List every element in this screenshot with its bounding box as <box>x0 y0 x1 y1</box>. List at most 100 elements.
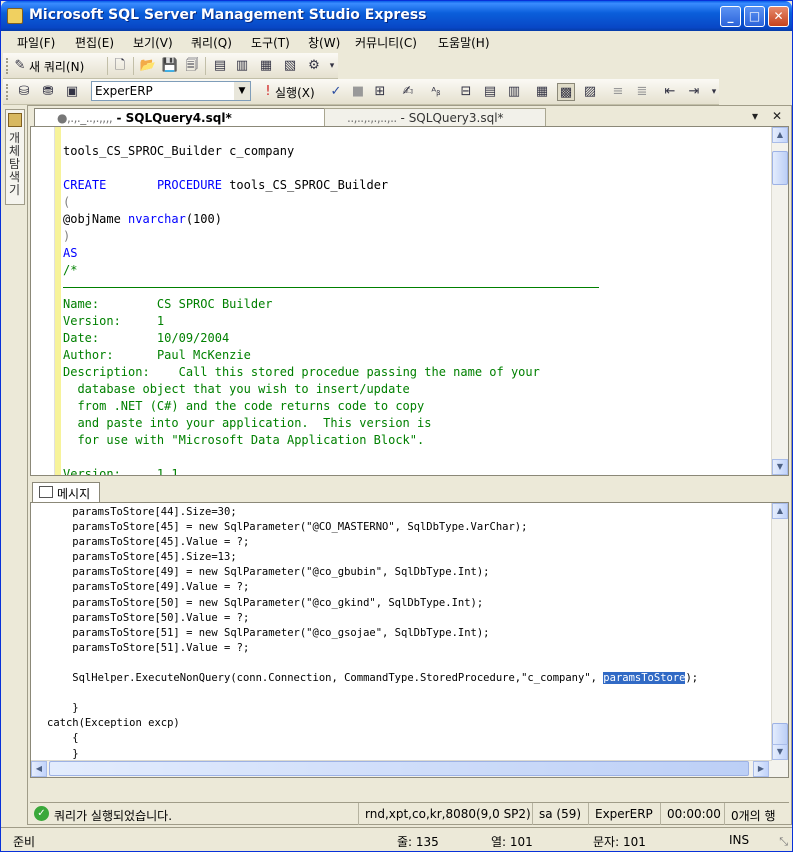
new-file-icon[interactable]: 🗋 <box>111 57 129 75</box>
toolbar-grip[interactable] <box>6 84 9 100</box>
scroll-right-icon[interactable]: ▶ <box>753 761 769 777</box>
comment-line: and paste into your application. This ve… <box>77 416 432 430</box>
display-plan-icon[interactable]: ⊞ <box>371 83 389 101</box>
save-all-icon[interactable]: 🗐 <box>183 57 201 75</box>
code-token: (100) <box>185 212 222 226</box>
menu-file[interactable]: 파일(F) <box>17 34 55 51</box>
editor-vertical-scrollbar[interactable]: ▲ ▼ <box>771 127 788 475</box>
tab-messages[interactable]: 메시지 <box>32 482 100 502</box>
cancel-query-icon[interactable]: ■ <box>349 83 367 101</box>
toolbar-separator <box>133 57 134 75</box>
message-line: paramsToStore[49] = new SqlParameter("@c… <box>47 566 490 579</box>
message-line-tail: ); <box>685 672 699 685</box>
toolbar-overflow-icon[interactable]: ▾ <box>323 57 341 75</box>
object-explorer-icon[interactable]: ▥ <box>233 57 251 75</box>
chevron-down-icon[interactable]: ▼ <box>234 82 250 100</box>
comment-icon[interactable]: ≡ <box>609 83 627 101</box>
message-line: paramsToStore[50].Value = ?; <box>47 611 250 624</box>
messages-pane[interactable]: paramsToStore[44].Size=30; paramsToStore… <box>30 502 789 778</box>
menu-tools[interactable]: 도구(T) <box>251 34 290 51</box>
show-results-icon[interactable]: ▨ <box>581 83 599 101</box>
object-explorer-icon <box>8 113 22 127</box>
keyword: AS <box>63 246 78 260</box>
query-status-message: 쿼리가 실행되었습니다. <box>54 809 173 823</box>
menu-window[interactable]: 창(W) <box>308 34 340 51</box>
toolbar-grip[interactable] <box>6 58 9 74</box>
window-title: Microsoft SQL Server Management Studio E… <box>29 7 427 23</box>
scroll-down-icon[interactable]: ▼ <box>772 459 788 475</box>
status-character: 문자: 101 <box>593 835 646 849</box>
uncomment-icon[interactable]: ≣ <box>633 83 651 101</box>
menu-edit[interactable]: 편집(E) <box>75 34 114 51</box>
registered-servers-icon[interactable]: ▤ <box>211 57 229 75</box>
database-select[interactable]: ExperERP ▼ <box>91 81 251 101</box>
tab-sqlquery4[interactable]: ●,.,._..,.,,,, - SQLQuery4.sql* <box>34 108 326 126</box>
comment-value: 1 <box>156 314 165 328</box>
scroll-down-icon[interactable]: ▼ <box>772 744 788 760</box>
left-dock: 개체 탐색기 <box>3 105 25 825</box>
close-tab-icon[interactable]: ✕ <box>772 109 782 123</box>
tab-list-dropdown-icon[interactable]: ▾ <box>752 109 758 123</box>
results-to-file-icon[interactable]: ▩ <box>557 83 575 101</box>
status-bar: 준비 줄: 135 열: 101 문자: 101 INS ⤡ <box>1 827 792 851</box>
app-icon <box>7 8 23 24</box>
parse-icon[interactable]: ✓ <box>327 83 345 101</box>
comment-label: Author: <box>63 348 114 362</box>
query-designer-icon[interactable]: ✍ <box>399 83 417 101</box>
comment-line: for use with "Microsoft Data Application… <box>77 433 425 447</box>
comment-line: /* <box>63 263 78 277</box>
toolbar-separator <box>107 57 108 75</box>
template-explorer-icon[interactable]: ▦ <box>257 57 275 75</box>
comment-label: Name: <box>63 297 100 311</box>
connect-icon[interactable]: ⛁ <box>15 83 33 101</box>
menu-view[interactable]: 보기(V) <box>133 34 173 51</box>
identifier: tools_CS_SPROC_Builder <box>229 178 389 192</box>
document-area: ●,.,._..,.,,,, - SQLQuery4.sql* ..,..,.,… <box>27 105 792 825</box>
messages-horizontal-scrollbar[interactable]: ◀ ▶ <box>31 760 772 777</box>
change-connection-icon[interactable]: ⛃ <box>39 83 57 101</box>
menu-help[interactable]: 도움말(H) <box>438 34 490 51</box>
title-bar[interactable]: Microsoft SQL Server Management Studio E… <box>1 1 792 31</box>
messages-vertical-scrollbar[interactable]: ▲ ▼ <box>771 503 788 777</box>
new-query-icon[interactable]: ✎ <box>11 57 29 75</box>
properties-icon[interactable]: ▧ <box>281 57 299 75</box>
sql-code: tools_CS_SPROC_Builder c_company ​ CREAT… <box>63 143 599 475</box>
object-explorer-tab[interactable]: 개체 탐색기 <box>5 109 25 205</box>
results-to-text-icon[interactable]: ▥ <box>505 83 523 101</box>
comment-value: 10/09/2004 <box>156 331 230 345</box>
sql-editor[interactable]: tools_CS_SPROC_Builder c_company ​ CREAT… <box>30 126 789 476</box>
menu-community[interactable]: 커뮤니티(C) <box>355 34 417 51</box>
intellisense-icon[interactable]: ᴬᵦ <box>427 83 445 101</box>
maximize-button[interactable]: □ <box>744 6 765 27</box>
minimize-button[interactable]: _ <box>720 6 741 27</box>
available-databases-icon[interactable]: ▣ <box>63 83 81 101</box>
toolbar-overflow-icon[interactable]: ▾ <box>705 83 723 101</box>
code-line: ) <box>63 229 71 243</box>
scroll-thumb[interactable] <box>772 151 788 185</box>
close-button[interactable]: ✕ <box>768 6 789 27</box>
decrease-indent-icon[interactable]: ⇤ <box>661 83 679 101</box>
message-line: paramsToStore[49].Value = ?; <box>47 581 250 594</box>
scroll-left-icon[interactable]: ◀ <box>31 761 47 777</box>
open-folder-icon[interactable]: 📂 <box>139 57 157 75</box>
save-icon[interactable]: 💾 <box>161 57 179 75</box>
message-line: paramsToStore[44].Size=30; <box>47 506 237 518</box>
login-name: sa (59) <box>532 803 581 825</box>
scroll-up-icon[interactable]: ▲ <box>772 127 788 143</box>
toolbox-icon[interactable]: ⚙ <box>305 57 323 75</box>
comment-value: Call this stored procedue passing the na… <box>178 365 540 379</box>
message-line: } <box>47 747 79 760</box>
code-line: ( <box>63 195 71 209</box>
client-statistics-icon[interactable]: ▤ <box>481 83 499 101</box>
execute-button[interactable]: 실행(X) <box>275 84 315 101</box>
scroll-thumb[interactable] <box>49 761 749 776</box>
increase-indent-icon[interactable]: ⇥ <box>685 83 703 101</box>
resize-grip-icon[interactable]: ⤡ <box>779 835 788 849</box>
new-query-button[interactable]: 새 쿼리(N) <box>29 58 84 75</box>
menu-query[interactable]: 쿼리(Q) <box>191 34 232 51</box>
results-to-grid-icon[interactable]: ▦ <box>533 83 551 101</box>
tab-sqlquery3[interactable]: ..,..,.,.,..,.. - SQLQuery3.sql* <box>324 108 546 126</box>
scroll-up-icon[interactable]: ▲ <box>772 503 788 519</box>
include-plan-icon[interactable]: ⊟ <box>457 83 475 101</box>
results-tabs: 메시지 <box>28 482 791 502</box>
